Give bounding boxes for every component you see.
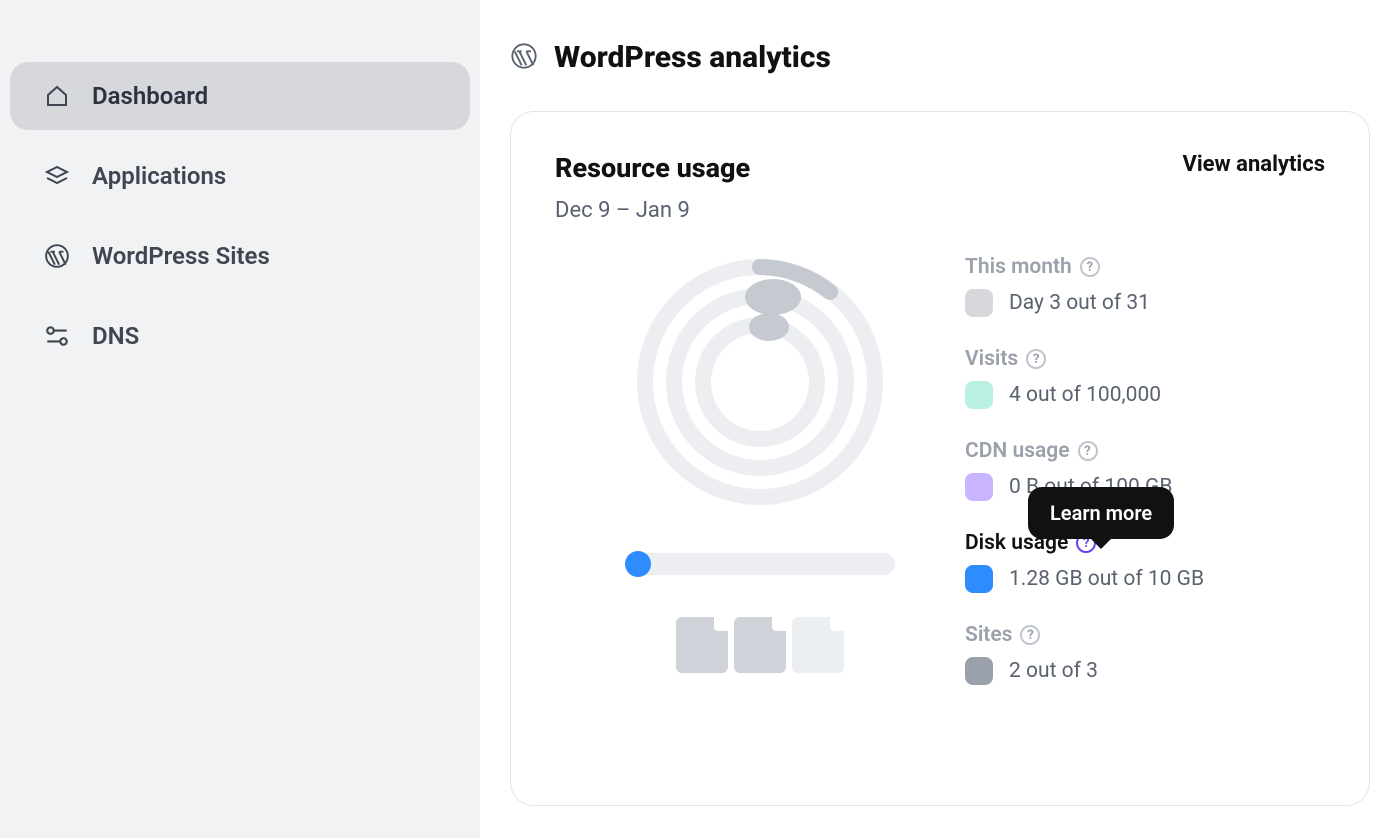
page-header: WordPress analytics — [510, 40, 1370, 75]
disk-usage-thumb — [625, 551, 651, 577]
wordpress-icon — [510, 42, 538, 74]
sidebar-item-label: WordPress Sites — [92, 242, 270, 270]
dns-icon — [44, 323, 70, 349]
sidebar-item-applications[interactable]: Applications — [10, 142, 470, 210]
help-icon[interactable]: ? — [1080, 257, 1100, 277]
legend-visits: Visits ? 4 out of 100,000 — [965, 347, 1325, 409]
sidebar-item-label: DNS — [92, 322, 139, 350]
legend-value-text: 2 out of 3 — [1009, 659, 1098, 683]
legend-swatch — [965, 289, 993, 317]
legend-month: This month ? Day 3 out of 31 — [965, 255, 1325, 317]
help-icon[interactable]: ? — [1026, 349, 1046, 369]
legend-sites: Sites ? 2 out of 3 — [965, 623, 1325, 685]
tooltip-learn-more[interactable]: Learn more — [1028, 487, 1174, 539]
legend-label-text: Sites — [965, 623, 1012, 647]
legend-disk: Learn more Disk usage ? 1.28 GB out of 1… — [965, 531, 1325, 593]
legend-swatch — [965, 381, 993, 409]
help-icon[interactable]: ? — [1078, 441, 1098, 461]
legend: This month ? Day 3 out of 31 Visits ? — [965, 247, 1325, 715]
help-icon[interactable]: ? — [1020, 625, 1040, 645]
main-content: WordPress analytics Resource usage Dec 9… — [480, 0, 1400, 838]
card-title: Resource usage — [555, 152, 750, 184]
card-header: Resource usage Dec 9 – Jan 9 View analyt… — [555, 152, 1325, 223]
site-tile-empty — [792, 617, 844, 673]
sites-tiles — [676, 617, 844, 673]
disk-usage-bar — [625, 553, 895, 575]
sidebar-item-label: Dashboard — [92, 82, 208, 110]
usage-rings — [625, 247, 895, 517]
legend-label-text: This month — [965, 255, 1072, 279]
view-analytics-link[interactable]: View analytics — [1182, 152, 1325, 177]
sidebar-item-label: Applications — [92, 162, 226, 190]
legend-swatch — [965, 565, 993, 593]
legend-value-text: 4 out of 100,000 — [1009, 383, 1161, 407]
home-icon — [44, 83, 70, 109]
legend-swatch — [965, 473, 993, 501]
legend-label-text: CDN usage — [965, 439, 1070, 463]
sidebar-item-dashboard[interactable]: Dashboard — [10, 62, 470, 130]
legend-swatch — [965, 657, 993, 685]
sidebar-item-wordpress[interactable]: WordPress Sites — [10, 222, 470, 290]
page-title: WordPress analytics — [554, 40, 831, 75]
legend-label-text: Visits — [965, 347, 1018, 371]
wordpress-icon — [44, 243, 70, 269]
date-range: Dec 9 – Jan 9 — [555, 198, 750, 223]
resource-usage-card: Resource usage Dec 9 – Jan 9 View analyt… — [510, 111, 1370, 806]
legend-value-text: 1.28 GB out of 10 GB — [1009, 567, 1204, 591]
sidebar-item-dns[interactable]: DNS — [10, 302, 470, 370]
layers-icon — [44, 163, 70, 189]
site-tile — [676, 617, 728, 673]
sidebar: Dashboard Applications WordPress Sites D… — [0, 0, 480, 838]
legend-value-text: Day 3 out of 31 — [1009, 291, 1150, 315]
visualizations — [555, 247, 965, 715]
site-tile — [734, 617, 786, 673]
